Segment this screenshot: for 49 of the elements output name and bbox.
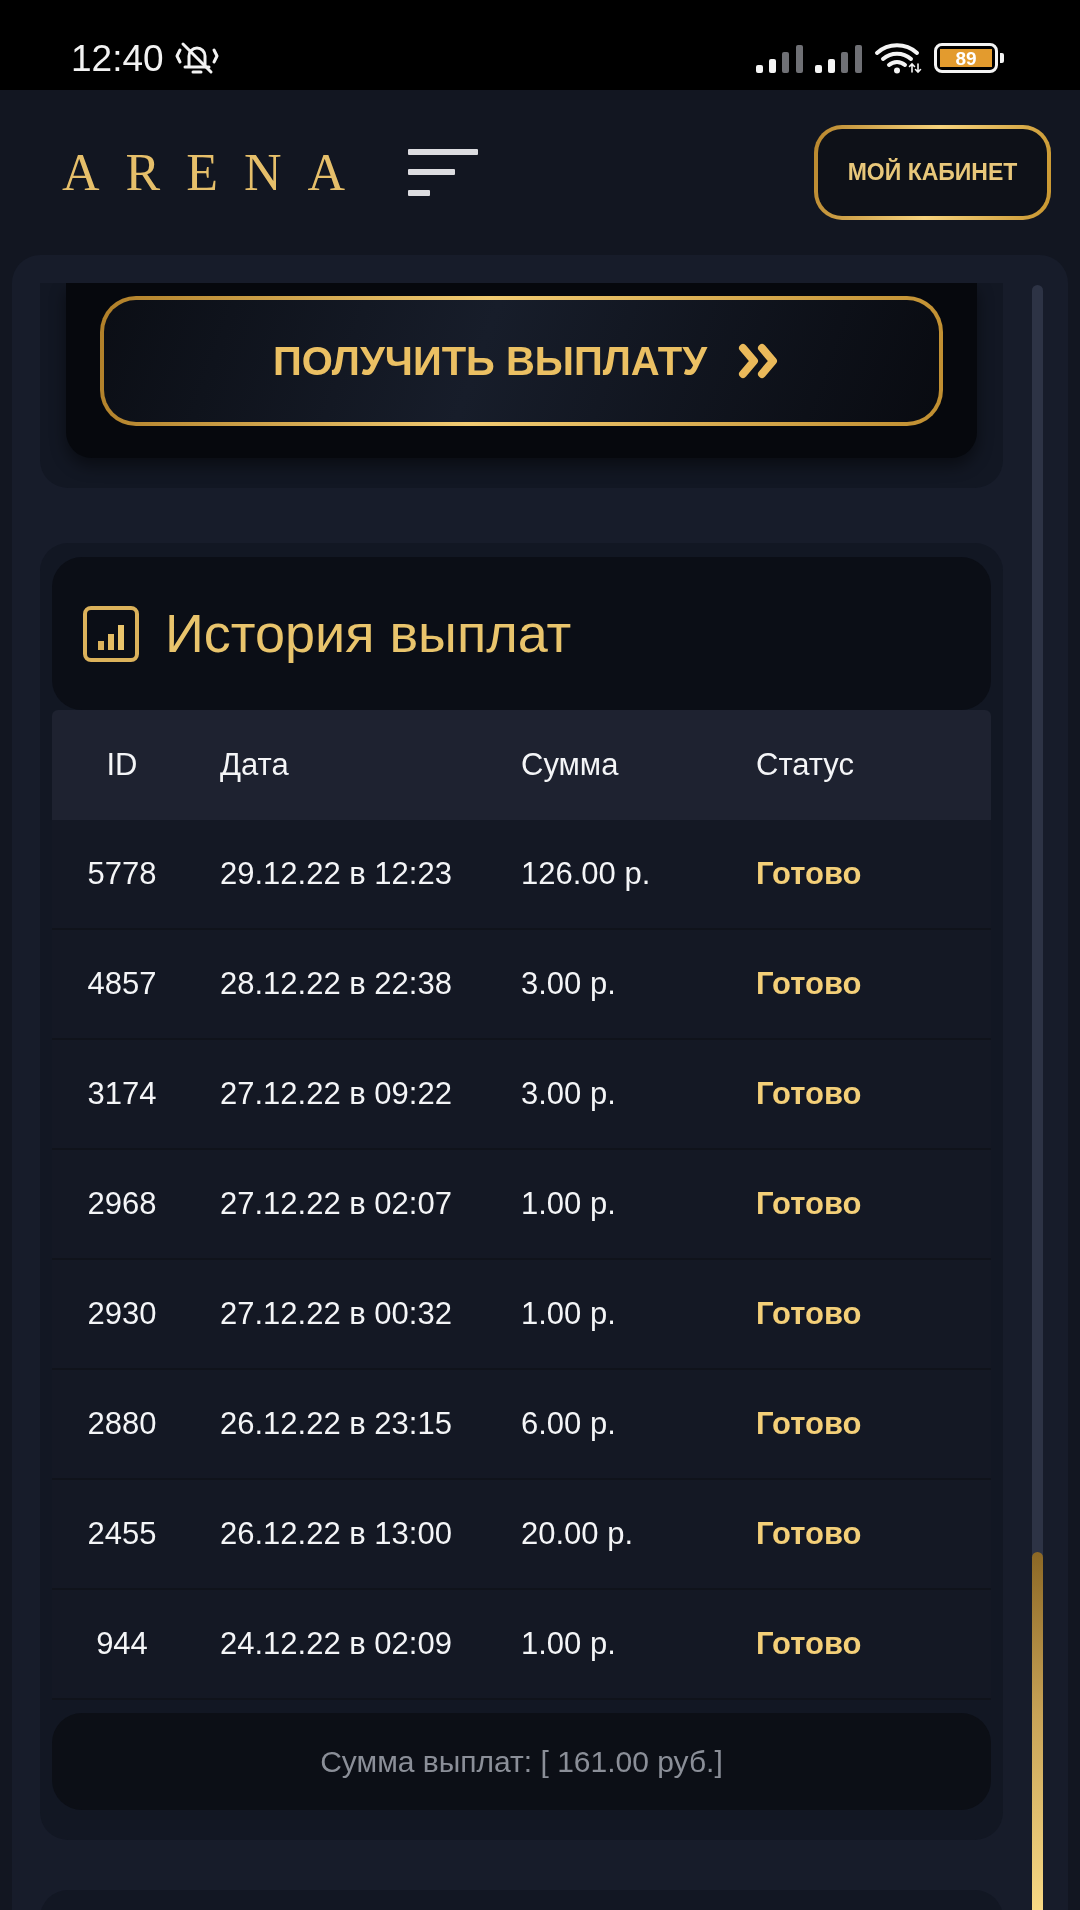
scrollbar-thumb[interactable] xyxy=(1032,1552,1043,1910)
table-cell: 24.12.22 в 02:09 xyxy=(220,1625,452,1663)
table-cell: 27.12.22 в 02:07 xyxy=(220,1185,452,1223)
table-cell: 2455 xyxy=(87,1515,157,1553)
menu-icon[interactable] xyxy=(408,149,479,196)
status-label: Готово xyxy=(756,1405,862,1443)
column-header: ID xyxy=(106,746,138,784)
status-label: Готово xyxy=(756,1295,862,1333)
logo[interactable]: ARENA xyxy=(62,146,372,199)
table-cell: 2930 xyxy=(87,1295,157,1333)
status-label: Готово xyxy=(756,965,862,1003)
table-cell: 29.12.22 в 12:23 xyxy=(220,855,452,893)
table-cell: 4857 xyxy=(87,965,157,1003)
table-cell: 126.00 р. xyxy=(521,855,651,893)
status-label: Готово xyxy=(756,1625,862,1663)
table-cell: 28.12.22 в 22:38 xyxy=(220,965,452,1003)
column-header: Сумма xyxy=(521,746,619,784)
table-cell: 26.12.22 в 23:15 xyxy=(220,1405,452,1443)
status-label: Готово xyxy=(756,1515,862,1553)
signal-icon xyxy=(815,43,862,73)
table-cell: 1.00 р. xyxy=(521,1295,616,1333)
table-cell: 3.00 р. xyxy=(521,965,616,1003)
table-cell: 3174 xyxy=(87,1075,157,1113)
table-cell: 6.00 р. xyxy=(521,1405,616,1443)
payout-total: Сумма выплат: [ 161.00 руб.] xyxy=(320,1743,723,1780)
table-cell: 2968 xyxy=(87,1185,157,1223)
table-cell: 26.12.22 в 13:00 xyxy=(220,1515,452,1553)
bell-slash-icon xyxy=(173,41,220,75)
table-cell: 2880 xyxy=(87,1405,157,1443)
table-cell: 5778 xyxy=(87,855,157,893)
table-cell: 27.12.22 в 09:22 xyxy=(220,1075,452,1113)
table-cell: 944 xyxy=(96,1625,148,1663)
table-cell: 1.00 р. xyxy=(521,1625,616,1663)
status-time: 12:40 xyxy=(71,39,164,77)
wifi-icon xyxy=(874,42,922,74)
table-cell: 1.00 р. xyxy=(521,1185,616,1223)
bar-chart-icon xyxy=(83,605,139,662)
status-label: Готово xyxy=(756,1075,862,1113)
history-title: История выплат xyxy=(165,603,572,664)
status-label: Готово xyxy=(756,1185,862,1223)
table-cell: 27.12.22 в 00:32 xyxy=(220,1295,452,1333)
double-chevron-icon xyxy=(738,343,780,379)
signal-icon xyxy=(756,43,803,73)
table-cell: 3.00 р. xyxy=(521,1075,616,1113)
column-header: Статус xyxy=(756,746,854,784)
status-label: Готово xyxy=(756,855,862,893)
column-header: Дата xyxy=(220,746,289,784)
battery-indicator: 89 xyxy=(934,43,1004,73)
table-cell: 20.00 р. xyxy=(521,1515,634,1553)
